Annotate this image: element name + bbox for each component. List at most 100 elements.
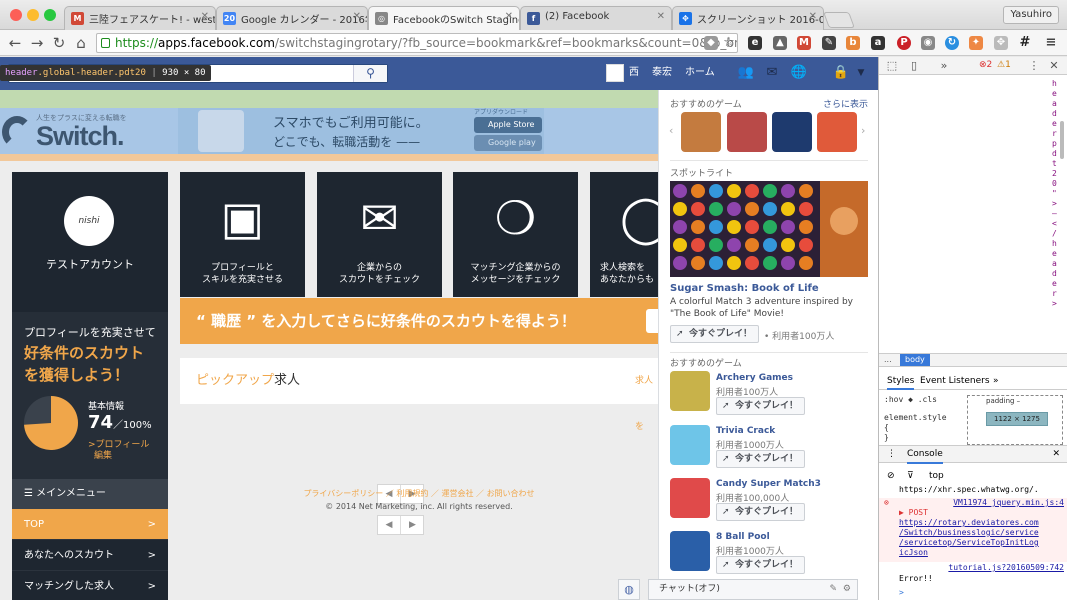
close-tab-icon[interactable]: ✕ bbox=[809, 11, 817, 22]
show-more-link[interactable]: さらに表示 bbox=[823, 97, 868, 110]
browser-tab-active[interactable]: ◎ FacebookのSwitch Staging ✕ bbox=[368, 6, 520, 30]
apple-store-button[interactable]: Apple Store bbox=[474, 117, 542, 133]
tab-styles[interactable]: Styles bbox=[887, 372, 915, 390]
tile-profile[interactable]: ▣ プロフィールと スキルを充実させる bbox=[180, 172, 305, 297]
nav-name-link[interactable]: 泰宏 bbox=[652, 63, 672, 83]
tile-messages[interactable]: ❍ マッチング企業からの メッセージをチェック bbox=[453, 172, 578, 297]
minimize-window-button[interactable] bbox=[27, 9, 39, 21]
console-tab[interactable]: Console bbox=[907, 446, 943, 464]
game-name[interactable]: Candy Super Match3 bbox=[716, 479, 821, 489]
play-now-button[interactable]: 今すぐプレイ！ bbox=[716, 450, 806, 468]
more-tabs-icon[interactable]: » bbox=[937, 59, 951, 73]
styles-filter[interactable]: :hov ◆ .cls bbox=[884, 395, 937, 404]
pinterest-icon[interactable]: P bbox=[897, 36, 911, 50]
compose-icon[interactable]: ✎ bbox=[829, 580, 837, 599]
address-bar[interactable]: https://apps.facebook.com/switchstagingr… bbox=[96, 33, 738, 53]
prev-arrow-icon[interactable]: ◀ bbox=[378, 516, 401, 534]
extension-icon[interactable]: ▲ bbox=[773, 36, 787, 50]
game-name[interactable]: Trivia Crack bbox=[716, 426, 775, 436]
kebab-menu-icon[interactable]: ⋮ bbox=[1027, 59, 1041, 73]
context-selector[interactable]: top bbox=[929, 467, 944, 485]
browser-tab[interactable]: ✥ スクリーンショット 2016-05 ✕ bbox=[672, 6, 824, 30]
work-history-cta[interactable]: “ 職歴 ” を入力してさらに好条件のスカウトを得よう！ bbox=[180, 298, 658, 344]
tile-job-search[interactable]: ◯ 求人検索を あなたからも bbox=[590, 172, 658, 297]
friend-requests-icon[interactable]: 👥 bbox=[737, 66, 755, 80]
scrollbar[interactable] bbox=[1060, 121, 1064, 159]
evernote-icon[interactable]: e bbox=[748, 36, 762, 50]
profile-avatar[interactable]: nishi bbox=[64, 196, 114, 246]
source-link[interactable]: tutorial.js?20160509:742 bbox=[948, 563, 1064, 572]
game-icon-trivia[interactable] bbox=[670, 425, 710, 465]
chat-globe-icon[interactable]: ◍ bbox=[618, 579, 640, 600]
close-tab-icon[interactable]: ✕ bbox=[353, 11, 361, 22]
shield-icon[interactable]: ◆ bbox=[704, 36, 718, 50]
play-now-button[interactable]: 今すぐプレイ！ bbox=[716, 556, 806, 574]
console-prompt[interactable]: > bbox=[879, 588, 1067, 598]
tab-event-listeners[interactable]: Event Listeners bbox=[920, 372, 990, 390]
company-link[interactable]: 運営会社 bbox=[441, 489, 473, 498]
game-icon-8ball[interactable] bbox=[670, 531, 710, 571]
account-menu-icon[interactable]: ▼ bbox=[852, 66, 870, 80]
profile-button[interactable]: Yasuhiro bbox=[1003, 6, 1059, 24]
gear-icon[interactable]: ⚙ bbox=[843, 580, 851, 599]
device-mode-icon[interactable]: ▯ bbox=[907, 59, 921, 73]
spotlight-image[interactable] bbox=[670, 181, 868, 277]
edit-profile-link[interactable]: >プロフィール 編集 bbox=[88, 440, 149, 462]
game-icon-candy[interactable] bbox=[670, 478, 710, 518]
carousel-prev-icon[interactable]: ‹ bbox=[669, 124, 673, 137]
menu-icon[interactable]: ≡ bbox=[1044, 36, 1058, 50]
new-tab-button[interactable] bbox=[823, 12, 855, 28]
home-icon[interactable]: ⌂ bbox=[72, 34, 90, 52]
color-picker-icon[interactable]: ✦ bbox=[969, 36, 983, 50]
clear-console-icon[interactable]: ⊘ bbox=[887, 467, 895, 485]
inspect-element-icon[interactable]: ⬚ bbox=[885, 59, 899, 73]
menu-item-top[interactable]: TOP > bbox=[12, 509, 168, 540]
breadcrumb-body[interactable]: body bbox=[900, 354, 930, 366]
forward-icon[interactable]: → bbox=[28, 34, 46, 52]
camera-icon[interactable]: ◉ bbox=[921, 36, 935, 50]
request-url-link[interactable]: /Switch/businesslogic/service bbox=[899, 528, 1039, 537]
pickup-more-link[interactable]: 求人を bbox=[635, 358, 658, 450]
play-now-button[interactable]: 今すぐプレイ！ bbox=[716, 503, 806, 521]
filter-icon[interactable]: ⊽ bbox=[907, 467, 914, 485]
error-count[interactable]: ⊗2 bbox=[979, 60, 992, 70]
terms-link[interactable]: 利用規約 bbox=[396, 489, 428, 498]
browser-tab[interactable]: f (2) Facebook ✕ bbox=[520, 6, 672, 30]
carousel-next-icon[interactable]: › bbox=[861, 124, 865, 137]
more-tabs-icon[interactable]: » bbox=[993, 372, 999, 390]
avatar[interactable] bbox=[606, 64, 624, 82]
amazon-icon[interactable]: a bbox=[871, 36, 885, 50]
request-url-link[interactable]: /servicetop/ServiceTopInitLog bbox=[899, 538, 1039, 547]
bookmark-star-icon[interactable]: ☆ bbox=[722, 36, 736, 50]
search-icon[interactable]: ⚲ bbox=[353, 65, 387, 82]
menu-item-matched-jobs[interactable]: マッチングした求人 > bbox=[12, 571, 168, 600]
contact-link[interactable]: お問い合わせ bbox=[487, 489, 535, 498]
play-now-button[interactable]: 今すぐプレイ！ bbox=[716, 397, 806, 415]
maximize-window-button[interactable] bbox=[44, 9, 56, 21]
kebab-menu-icon[interactable]: ⋮ bbox=[887, 446, 896, 462]
tile-scouts[interactable]: ✉ 企業からの スカウトをチェック bbox=[317, 172, 442, 297]
gmail-extension-icon[interactable]: M bbox=[797, 36, 811, 50]
google-play-button[interactable]: Google play bbox=[474, 135, 542, 151]
cta-button[interactable] bbox=[646, 309, 658, 333]
reload-icon[interactable]: ↻ bbox=[50, 34, 68, 52]
play-now-button[interactable]: 今すぐプレイ！ bbox=[670, 325, 760, 343]
messages-icon[interactable]: ✉ bbox=[763, 66, 781, 80]
close-window-button[interactable] bbox=[10, 9, 22, 21]
app-download-banner[interactable]: スマホでもご利用可能に。 どこでも、転職活動を —— アプリダウンロード App… bbox=[178, 108, 544, 154]
browser-tab[interactable]: 20 Google カレンダー - 2016年 ✕ bbox=[216, 6, 368, 30]
request-url-link[interactable]: https://rotary.deviatores.com bbox=[899, 518, 1039, 527]
game-thumbnail[interactable] bbox=[817, 112, 857, 152]
request-url-link[interactable]: icJson bbox=[899, 548, 928, 557]
nav-profile-name[interactable]: 西 bbox=[629, 63, 639, 83]
close-icon[interactable]: ✕ bbox=[1052, 446, 1060, 462]
chat-bar[interactable]: チャット(オフ) ✎ ⚙ bbox=[648, 579, 858, 600]
game-name[interactable]: Archery Games bbox=[716, 373, 793, 383]
dom-tree-wrapped-text[interactable]: header pdt20" > — </header> bbox=[1052, 79, 1060, 309]
next-arrow-icon[interactable]: ▶ bbox=[401, 516, 424, 534]
back-icon[interactable]: ← bbox=[6, 34, 24, 52]
game-thumbnail[interactable] bbox=[681, 112, 721, 152]
source-link[interactable]: VM11974 jquery.min.js:4 bbox=[953, 498, 1064, 507]
privacy-policy-link[interactable]: プライバシーポリシー bbox=[303, 489, 383, 498]
console-line[interactable]: ▶ POST bbox=[899, 508, 1064, 518]
